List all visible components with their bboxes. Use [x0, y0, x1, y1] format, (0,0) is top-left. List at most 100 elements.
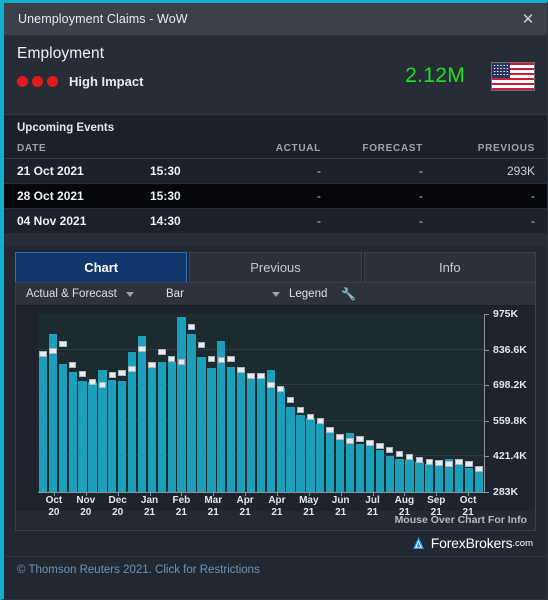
impact-dot-3	[47, 76, 58, 87]
chart-bar-group	[167, 314, 177, 492]
x-axis-tick-label: Sep 21	[420, 492, 452, 525]
chart-bar-group	[216, 314, 226, 492]
chart-bar-actual	[326, 432, 335, 492]
chart-bar-group	[315, 314, 325, 492]
chart-marker-forecast	[366, 439, 374, 446]
chart-bar-group	[474, 314, 484, 492]
chart-bar-group	[206, 314, 216, 492]
chart-bar-group	[147, 314, 157, 492]
chart-marker-forecast	[286, 397, 295, 404]
chart-bar-actual	[335, 439, 345, 492]
chart-bar-actual	[197, 357, 206, 492]
chart-bar-actual	[355, 443, 365, 492]
table-row[interactable]: 21 Oct 2021 15:30- -293K	[4, 158, 547, 184]
chart-bar-group	[345, 314, 355, 492]
event-actual: -	[240, 158, 335, 184]
x-axis-tick-label: Oct 20	[38, 492, 70, 525]
chart-bar-group	[266, 314, 276, 492]
chart-bar-group	[355, 314, 365, 492]
chart-bar-group	[454, 314, 464, 492]
chart-marker-forecast	[128, 366, 136, 373]
chart-bar-group	[236, 314, 246, 492]
y-axis-tick-label: 283K	[484, 486, 518, 498]
chart-bar-actual	[98, 370, 107, 492]
event-previous: -	[437, 183, 547, 209]
chart-bar-group	[256, 314, 266, 492]
chart-area[interactable]: 975K 836.6K 698.2K 559.8K 421.4K 283K Oct 20 No…	[16, 306, 535, 518]
chart-marker-forecast	[425, 458, 434, 465]
chart-marker-forecast	[197, 341, 206, 348]
chart-bar-actual	[58, 363, 67, 492]
chart-bar-actual	[435, 465, 444, 492]
chart-marker-forecast	[445, 460, 453, 467]
chart-bar-group	[246, 314, 256, 492]
chart-bar-group	[88, 314, 98, 492]
chart-bar-actual	[48, 333, 57, 492]
tab-bar: Chart Previous Info	[4, 246, 547, 282]
event-detail-window: Unemployment Claims - WoW ✕ Employment H…	[0, 0, 548, 600]
chart-bar-actual	[68, 372, 77, 492]
x-label-year: 21	[271, 507, 283, 518]
chart-type-label: Bar	[166, 288, 184, 300]
chart-bar-group	[375, 314, 385, 492]
chart-y-axis: 975K 836.6K 698.2K 559.8K 421.4K 283K	[484, 308, 548, 498]
x-axis-tick-label: Dec 20	[102, 492, 134, 525]
chart-marker-forecast	[108, 371, 117, 378]
y-axis-tick-label: 836.6K	[484, 344, 527, 356]
tab-info[interactable]: Info	[363, 252, 536, 282]
x-label-year: 21	[303, 507, 315, 518]
chart-bar-actual	[147, 364, 157, 492]
chart-marker-forecast	[435, 459, 443, 466]
y-axis-tick-label: 559.8K	[484, 415, 527, 427]
chart-bar-actual	[207, 368, 216, 492]
chart-bar-actual	[88, 381, 97, 492]
wrench-icon[interactable]: 🔧	[341, 287, 356, 301]
chart-bar-group	[276, 314, 286, 492]
chart-bar-actual	[425, 463, 434, 492]
tab-chart[interactable]: Chart	[15, 252, 188, 282]
chart-bar-actual	[395, 459, 404, 492]
chart-marker-forecast	[326, 426, 334, 433]
x-axis-tick-label: Aug 21	[388, 492, 420, 525]
brand-bar: ForexBrokers .com	[4, 531, 547, 556]
series-select[interactable]: Actual & Forecast	[16, 283, 156, 305]
window-title: Unemployment Claims - WoW	[18, 12, 188, 26]
x-label-month: Feb	[172, 495, 191, 506]
chart-type-select[interactable]: Bar	[156, 283, 289, 305]
chart-bar-actual	[266, 370, 275, 492]
tab-previous[interactable]: Previous	[189, 252, 362, 282]
x-axis-tick-label: Oct 21	[452, 492, 484, 525]
upcoming-events-section: Upcoming Events DATE ACTUAL FORECAST PRE…	[4, 114, 547, 246]
x-axis-tick-label: Jan 21	[134, 492, 166, 525]
table-row[interactable]: 28 Oct 2021 15:30- - -	[4, 183, 547, 209]
event-forecast: -	[335, 158, 437, 184]
copyright-link[interactable]: © Thomson Reuters 2021. Click for Restri…	[4, 556, 547, 576]
chart-marker-forecast	[227, 356, 235, 363]
y-axis-spine	[484, 314, 485, 492]
chart-bar-actual	[127, 352, 137, 492]
chart-bar-actual	[167, 361, 176, 492]
chart-marker-forecast	[78, 371, 87, 378]
x-label-month: Jun	[331, 495, 350, 506]
chart-bar-actual	[286, 407, 295, 492]
chart-bar-group	[48, 314, 58, 492]
x-label-year: 21	[239, 507, 251, 518]
chart-bar-group	[414, 314, 424, 492]
chart-bar-group	[444, 314, 454, 492]
chart-marker-forecast	[385, 446, 394, 453]
x-label-year: 21	[430, 507, 442, 518]
chart-marker-forecast	[455, 458, 463, 465]
chart-marker-forecast	[316, 417, 325, 424]
legend-button[interactable]: Legend	[289, 288, 341, 300]
close-icon[interactable]: ✕	[513, 4, 543, 34]
event-actual: -	[240, 208, 335, 234]
chart-bar-group	[424, 314, 434, 492]
x-axis-tick-label: Mar 21	[197, 492, 229, 525]
chart-marker-forecast	[217, 357, 226, 364]
chart-bar-group	[58, 314, 68, 492]
table-row[interactable]: 04 Nov 2021 14:30- - -	[4, 208, 547, 234]
chart-bar-group	[464, 314, 474, 492]
x-axis-tick-label: Apr 21	[229, 492, 261, 525]
chart-marker-forecast	[237, 366, 245, 373]
chart-marker-forecast	[49, 348, 57, 355]
